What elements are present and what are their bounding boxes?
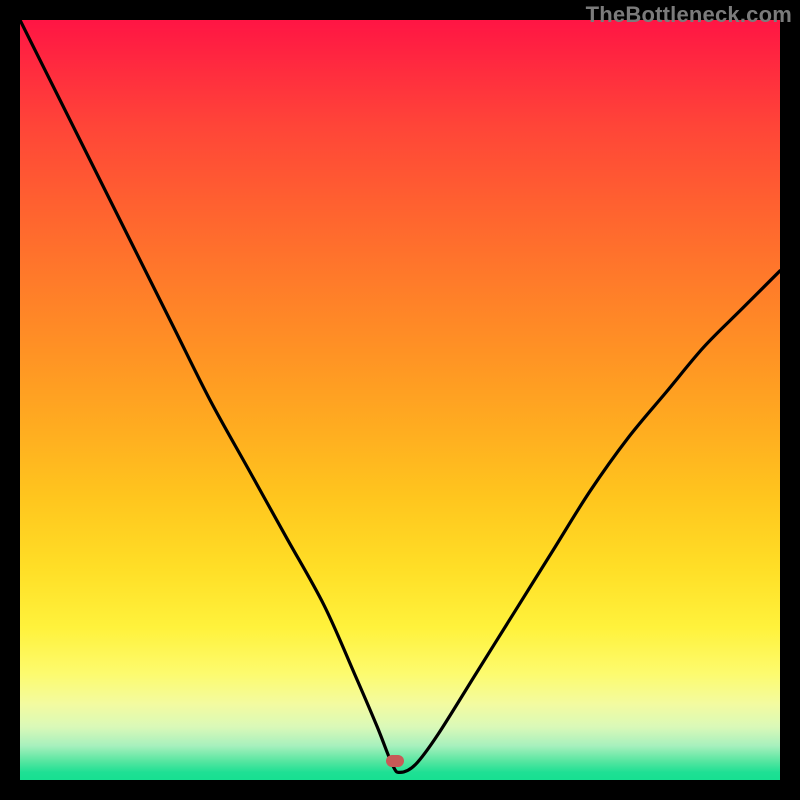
curve-svg (20, 20, 780, 780)
plot-area (20, 20, 780, 780)
bottleneck-curve (20, 20, 780, 772)
watermark-text: TheBottleneck.com (586, 2, 792, 28)
optimum-marker (386, 755, 404, 767)
chart-frame: TheBottleneck.com (0, 0, 800, 800)
